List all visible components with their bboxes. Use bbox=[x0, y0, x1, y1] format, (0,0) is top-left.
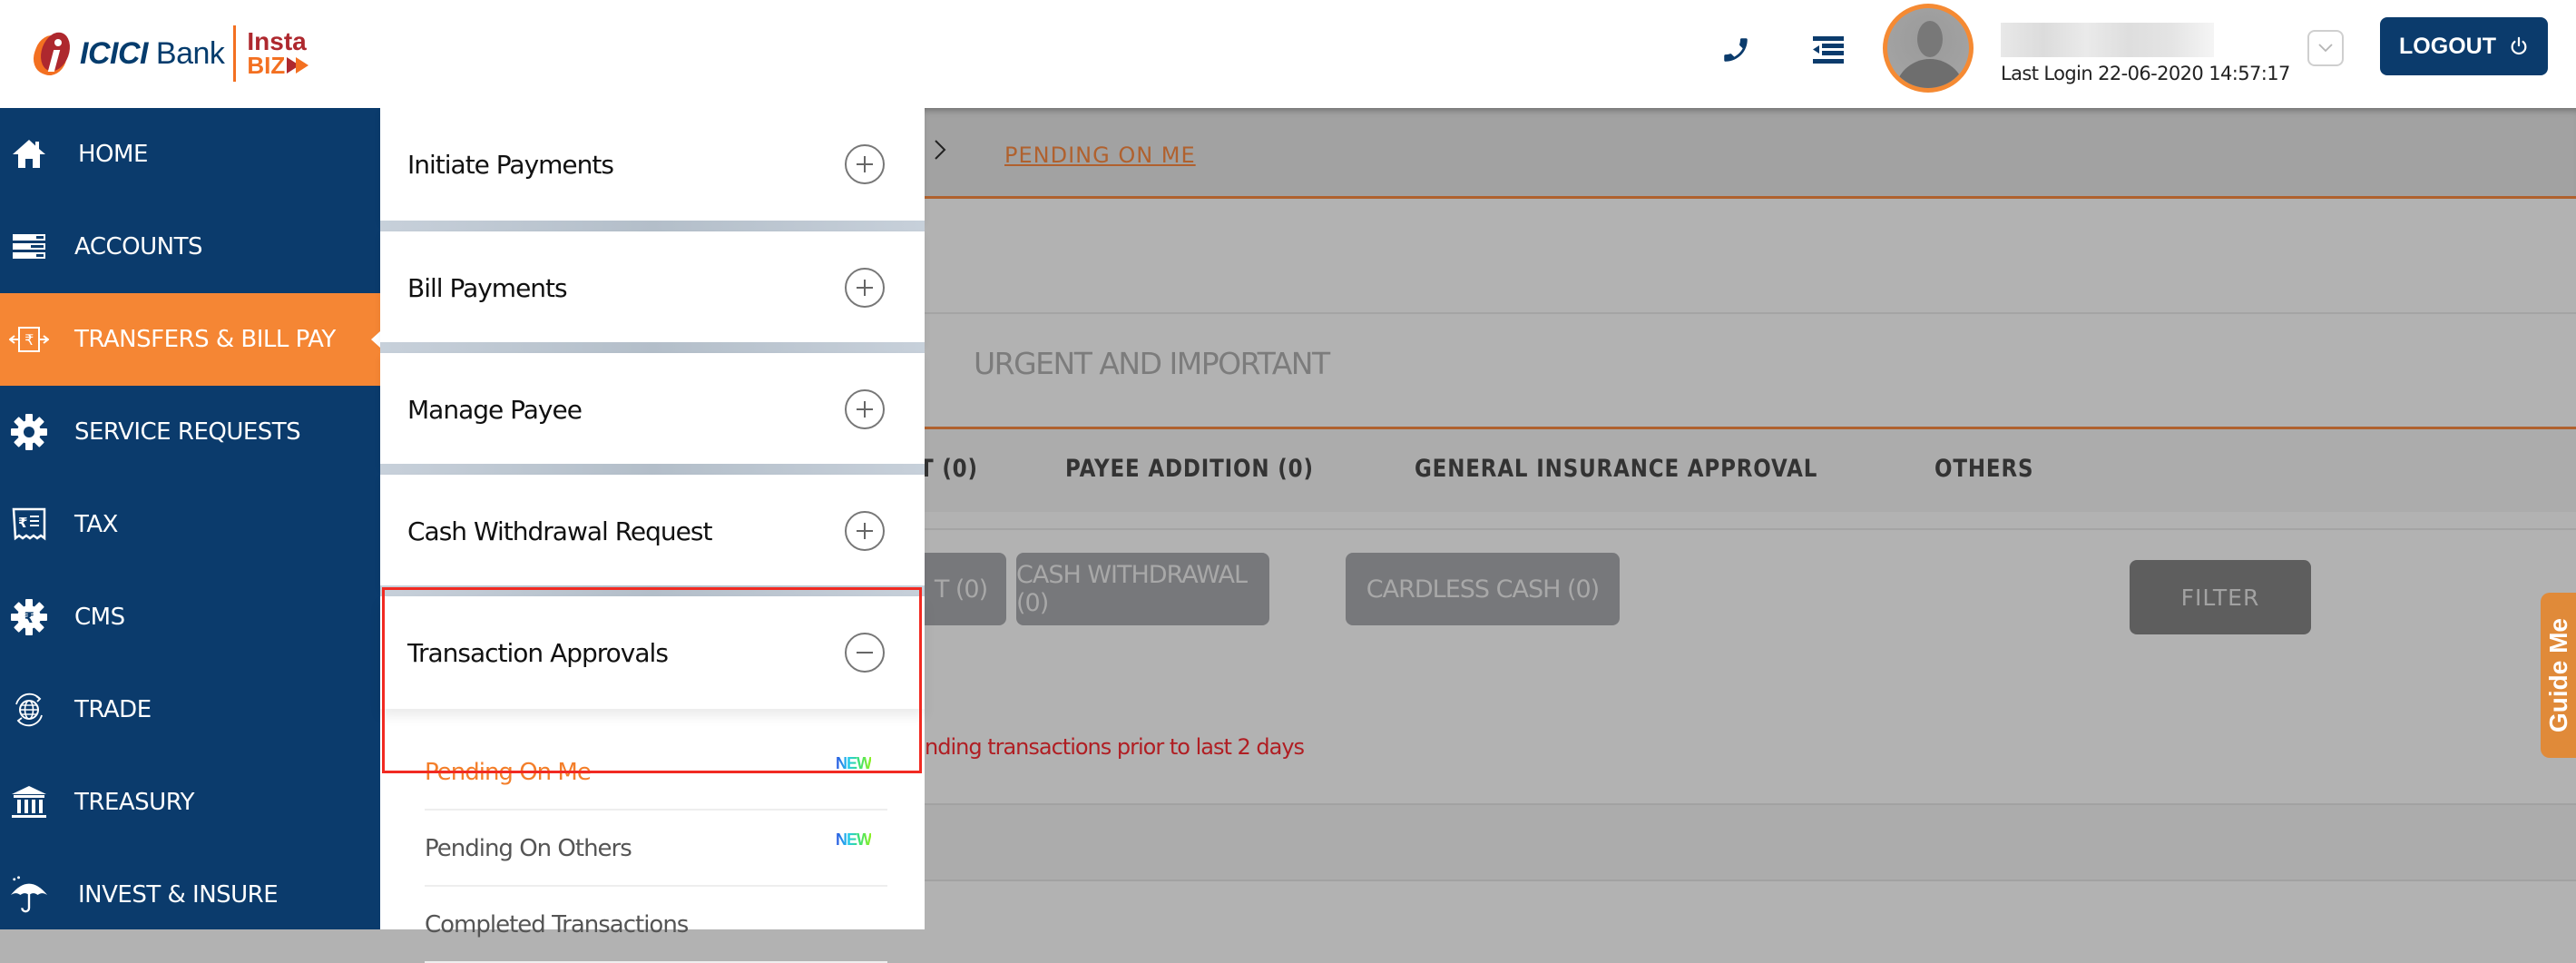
guide-me-tab[interactable]: Guide Me bbox=[2541, 593, 2576, 758]
user-name-redacted bbox=[2001, 23, 2214, 57]
umbrella-icon bbox=[9, 875, 49, 915]
sidebar-item-trade[interactable]: TRADE bbox=[0, 663, 380, 756]
last-login-text: Last Login 22-06-2020 14:57:17 bbox=[2001, 63, 2290, 84]
sidebar-item-label: TRANSFERS & BILL PAY bbox=[74, 326, 336, 353]
menu-collapse-icon[interactable] bbox=[1806, 27, 1851, 73]
filter-pill-cash-withdrawal[interactable]: CASH WITHDRAWAL (0) bbox=[1016, 553, 1269, 625]
submenu-group-cash-withdrawal-request[interactable]: Cash Withdrawal Request bbox=[380, 475, 925, 587]
sidebar-item-label: CMS bbox=[74, 604, 125, 631]
group-label: Bill Payments bbox=[407, 272, 568, 303]
chevron-down-icon bbox=[2318, 44, 2333, 53]
active-pointer bbox=[371, 331, 380, 348]
plus-circle-icon[interactable] bbox=[845, 389, 885, 429]
sidebar-item-accounts[interactable]: ACCOUNTS bbox=[0, 201, 380, 293]
sidebar-item-label: INVEST & INSURE bbox=[78, 881, 279, 909]
pending-notice-text: nding transactions prior to last 2 days bbox=[925, 734, 1305, 760]
logo-divider bbox=[233, 25, 237, 82]
group-label: Cash Withdrawal Request bbox=[407, 516, 712, 546]
main-content: PENDING ON ME URGENT AND IMPORTANT T (0)… bbox=[919, 108, 2576, 929]
minus-circle-icon[interactable] bbox=[845, 633, 885, 673]
user-avatar[interactable] bbox=[1883, 4, 1974, 93]
top-header: ICICI Bank Insta BIZ Last Login 22-06-20… bbox=[0, 0, 2576, 108]
divider bbox=[925, 879, 2576, 881]
group-separator bbox=[380, 342, 925, 353]
icici-instabiz-logo[interactable]: ICICI Bank Insta BIZ bbox=[28, 16, 309, 91]
submenu-item-completed-transactions[interactable]: Completed Transactions bbox=[425, 887, 906, 963]
sidebar-item-service-requests[interactable]: SERVICE REQUESTS bbox=[0, 386, 380, 478]
plus-circle-icon[interactable] bbox=[845, 511, 885, 551]
filter-pill-cardless-cash[interactable]: CARDLESS CASH (0) bbox=[1346, 553, 1620, 625]
svg-text:₹: ₹ bbox=[24, 609, 34, 626]
sidebar-item-invest-insure[interactable]: INVEST & INSURE bbox=[0, 849, 380, 941]
svg-text:₹: ₹ bbox=[24, 331, 34, 349]
globe-icon bbox=[9, 690, 49, 730]
item-label: Completed Transactions bbox=[425, 911, 689, 938]
group-separator bbox=[380, 221, 925, 231]
item-label: Pending On Me bbox=[425, 759, 592, 786]
group-label: Manage Payee bbox=[407, 394, 583, 425]
sidebar-item-label: TAX bbox=[74, 511, 118, 538]
sidebar-item-label: TREASURY bbox=[74, 789, 194, 816]
logout-label: LOGOUT bbox=[2399, 33, 2496, 59]
tax-receipt-icon: ₹ bbox=[9, 505, 49, 545]
rupee-transfer-icon: ₹ bbox=[9, 319, 49, 359]
sidebar-item-cms[interactable]: ₹ CMS bbox=[0, 571, 380, 663]
user-menu-dropdown[interactable] bbox=[2307, 30, 2344, 66]
guide-me-label: Guide Me bbox=[2544, 617, 2573, 733]
sidebar-item-label: HOME bbox=[78, 141, 148, 168]
table-header-row bbox=[925, 805, 2576, 879]
item-label: Pending On Others bbox=[425, 835, 632, 862]
transfers-submenu-panel: Initiate Payments Bill Payments Manage P… bbox=[380, 108, 925, 963]
filter-button[interactable]: FILTER bbox=[2130, 560, 2311, 634]
sidebar-item-treasury[interactable]: TREASURY bbox=[0, 756, 380, 849]
logout-button[interactable]: LOGOUT bbox=[2380, 17, 2548, 75]
gear-icon bbox=[9, 412, 49, 452]
rupee-gear-icon: ₹ bbox=[9, 597, 49, 637]
sidebar-item-tax[interactable]: ₹ TAX bbox=[0, 478, 380, 571]
sidebar-item-label: SERVICE REQUESTS bbox=[74, 418, 301, 446]
group-label: Initiate Payments bbox=[407, 149, 614, 180]
home-icon bbox=[9, 134, 49, 174]
sidebar-item-label: TRADE bbox=[74, 696, 152, 723]
new-badge: NEW bbox=[836, 754, 872, 772]
accounts-icon bbox=[9, 227, 49, 267]
filter-pill-partial[interactable]: T (0) bbox=[925, 553, 1006, 625]
submenu-group-manage-payee[interactable]: Manage Payee bbox=[380, 353, 925, 466]
submenu-group-bill-payments[interactable]: Bill Payments bbox=[380, 231, 925, 344]
group-separator bbox=[380, 585, 925, 596]
submenu-item-pending-on-others[interactable]: Pending On Others NEW bbox=[425, 811, 906, 887]
sidebar-item-transfers-bill-pay[interactable]: ₹ TRANSFERS & BILL PAY bbox=[0, 293, 380, 386]
main-sidebar: HOME ACCOUNTS ₹ TRANSFERS & BILL PAY SER… bbox=[0, 108, 380, 929]
new-badge: NEW bbox=[836, 830, 872, 849]
power-icon bbox=[2511, 36, 2527, 55]
icici-logo-mark-icon bbox=[28, 28, 75, 80]
sidebar-item-label: ACCOUNTS bbox=[74, 233, 202, 260]
svg-text:₹: ₹ bbox=[18, 515, 27, 531]
group-label: Transaction Approvals bbox=[407, 637, 669, 668]
submenu-item-pending-on-me[interactable]: Pending On Me NEW bbox=[425, 734, 906, 811]
logo-bank-text: ICICI Bank bbox=[80, 35, 225, 71]
logo-product-text: Insta BIZ bbox=[247, 29, 309, 77]
group-separator bbox=[380, 464, 925, 475]
plus-circle-icon[interactable] bbox=[845, 268, 885, 308]
submenu-group-initiate-payments[interactable]: Initiate Payments bbox=[380, 108, 925, 221]
plus-circle-icon[interactable] bbox=[845, 144, 885, 184]
submenu-group-transaction-approvals[interactable]: Transaction Approvals bbox=[380, 596, 925, 709]
bank-building-icon bbox=[9, 782, 49, 822]
phone-icon[interactable] bbox=[1713, 27, 1758, 73]
sidebar-item-home[interactable]: HOME bbox=[0, 108, 380, 201]
